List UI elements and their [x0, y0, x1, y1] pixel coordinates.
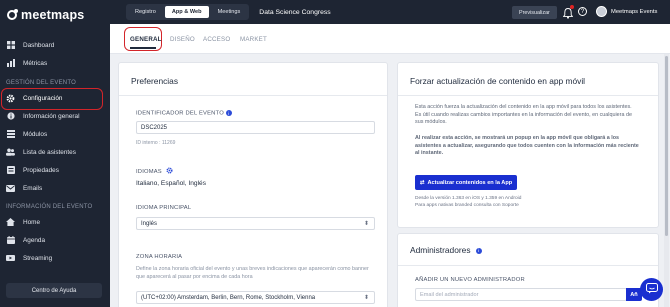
dashboard-icon — [6, 41, 15, 50]
sidebar-item-label: Home — [23, 218, 41, 226]
section-switcher: Registro App & Web Meetings — [126, 4, 250, 20]
card-title: Administradores i — [410, 245, 482, 255]
segment-app-web[interactable]: App & Web — [164, 6, 209, 18]
languages-label-text: IDIOMAS — [136, 169, 162, 176]
properties-icon — [6, 166, 15, 175]
version-note: Desde la versión 1.363 en iOS y 1.359 en… — [415, 196, 522, 201]
modules-icon — [6, 130, 15, 139]
tab-diseno[interactable]: DISEÑO — [170, 36, 195, 43]
timezone-label: ZONA HORARIA — [136, 254, 183, 260]
topbar: Registro App & Web Meetings Data Science… — [110, 0, 670, 24]
chat-button[interactable] — [640, 278, 663, 301]
event-title: Data Science Congress — [259, 8, 331, 16]
internal-id: ID interno : 11269 — [136, 140, 176, 146]
sidebar-item-home[interactable]: Home — [0, 213, 110, 231]
sidebar-item-propiedades[interactable]: Propiedades — [0, 161, 110, 179]
highlight-ring — [1, 88, 103, 110]
active-tab-indicator — [130, 47, 156, 49]
force-update-card: Forzar actualización de contenido en app… — [397, 62, 659, 228]
sidebar-item-streaming[interactable]: Streaming — [0, 249, 110, 267]
force-update-description: Esta acción fuerza la actualización del … — [415, 104, 632, 125]
chevron-updown-icon: ⬍ — [363, 221, 369, 227]
timezone-select[interactable]: (UTC+02:00) Amsterdam, Berlin, Bern, Rom… — [136, 291, 375, 304]
languages-value: Italiano, Español, Inglés — [136, 180, 207, 187]
tab-general[interactable]: GENERAL — [130, 36, 162, 43]
select-value: Inglés — [141, 220, 158, 227]
main-language-select[interactable]: Inglés ⬍ — [136, 217, 375, 230]
sidebar-item-emails[interactable]: Emails — [0, 179, 110, 197]
event-id-input[interactable]: DSC2025 — [136, 121, 375, 134]
segment-registro[interactable]: Registro — [128, 6, 163, 18]
preview-button[interactable]: Previsualizar — [512, 6, 557, 19]
button-label: Actualizar contenidos en la App — [427, 179, 513, 186]
sidebar-item-label: Dashboard — [23, 41, 55, 49]
chart-icon — [6, 59, 15, 68]
sidebar-item-label: Emails — [23, 184, 43, 192]
sidebar: meetmaps Dashboard Métricas GESTIÓN DEL … — [0, 0, 110, 307]
languages-label: IDIOMAS — [136, 167, 173, 176]
preferences-card: Preferencias IDENTIFICADOR DEL EVENTO i D… — [118, 62, 388, 307]
administrators-card: Administradores i AÑADIR UN NUEVO ADMINIS… — [397, 233, 659, 307]
add-admin-label: AÑADIR UN NUEVO ADMINISTRADOR — [415, 277, 525, 283]
info-icon — [6, 112, 15, 121]
branded-note: Para apps nativas branded consulta con S… — [415, 203, 519, 208]
chevron-updown-icon: ⬍ — [363, 295, 369, 301]
admins-title-text: Administradores — [410, 245, 471, 255]
update-content-button[interactable]: ⇄ Actualizar contenidos en la App — [415, 175, 517, 190]
main-language-label: IDIOMA PRINCIPAL — [136, 205, 192, 211]
scrollbar-thumb[interactable] — [665, 56, 668, 236]
help-center-button[interactable]: Centro de Ayuda — [6, 283, 102, 298]
card-title: Preferencias — [131, 76, 179, 86]
logo-icon — [7, 9, 18, 20]
sidebar-item-label: Propiedades — [23, 166, 59, 174]
event-id-label: IDENTIFICADOR DEL EVENTO i — [136, 110, 232, 117]
sidebar-item-lista-asistentes[interactable]: Lista de asistentes — [0, 143, 110, 161]
settings-tabs: GENERAL DISEÑO ACCESO MARKET — [110, 24, 670, 54]
card-title: Forzar actualización de contenido en app… — [410, 76, 586, 86]
divider — [398, 95, 658, 96]
info-icon[interactable]: i — [475, 247, 482, 254]
sidebar-item-modulos[interactable]: Módulos — [0, 125, 110, 143]
force-update-warning: Al realizar esta acción, se mostrará un … — [415, 135, 639, 156]
home-icon — [6, 218, 15, 227]
notification-dot — [570, 5, 574, 9]
tab-market[interactable]: MARKET — [240, 36, 267, 43]
sidebar-item-label: Métricas — [23, 59, 48, 67]
sidebar-item-label: Lista de asistentes — [23, 148, 76, 156]
logo-text: meetmaps — [21, 8, 85, 22]
timezone-description: Define la zona horaria oficial del event… — [136, 266, 369, 280]
sidebar-item-metricas[interactable]: Métricas — [0, 54, 110, 72]
event-id-label-text: IDENTIFICADOR DEL EVENTO — [136, 110, 224, 117]
sidebar-item-agenda[interactable]: Agenda — [0, 231, 110, 249]
sidebar-item-label: Módulos — [23, 130, 48, 138]
sidebar-item-label: Información general — [23, 112, 80, 120]
sidebar-item-label: Agenda — [23, 236, 46, 244]
select-value: (UTC+02:00) Amsterdam, Berlin, Bern, Rom… — [141, 294, 316, 301]
bell-icon[interactable] — [562, 5, 574, 19]
email-icon — [6, 184, 15, 193]
tab-acceso[interactable]: ACCESO — [203, 36, 230, 43]
sidebar-item-label: Streaming — [23, 254, 53, 262]
user-name[interactable]: Meetmaps Events — [611, 9, 657, 15]
info-icon[interactable]: i — [225, 110, 232, 116]
avatar[interactable] — [596, 6, 607, 17]
gear-icon[interactable] — [166, 167, 173, 176]
sidebar-item-dashboard[interactable]: Dashboard — [0, 36, 110, 54]
streaming-icon — [6, 254, 15, 263]
chat-icon — [645, 281, 658, 299]
refresh-icon: ⇄ — [419, 179, 425, 186]
segment-meetings[interactable]: Meetings — [211, 6, 248, 18]
divider — [398, 265, 658, 266]
calendar-icon — [6, 236, 15, 245]
divider — [119, 95, 387, 96]
logo[interactable]: meetmaps — [0, 0, 110, 30]
admin-email-input[interactable]: Email del administrador — [415, 288, 627, 301]
help-icon[interactable]: ? — [578, 7, 587, 16]
users-icon — [6, 148, 15, 157]
